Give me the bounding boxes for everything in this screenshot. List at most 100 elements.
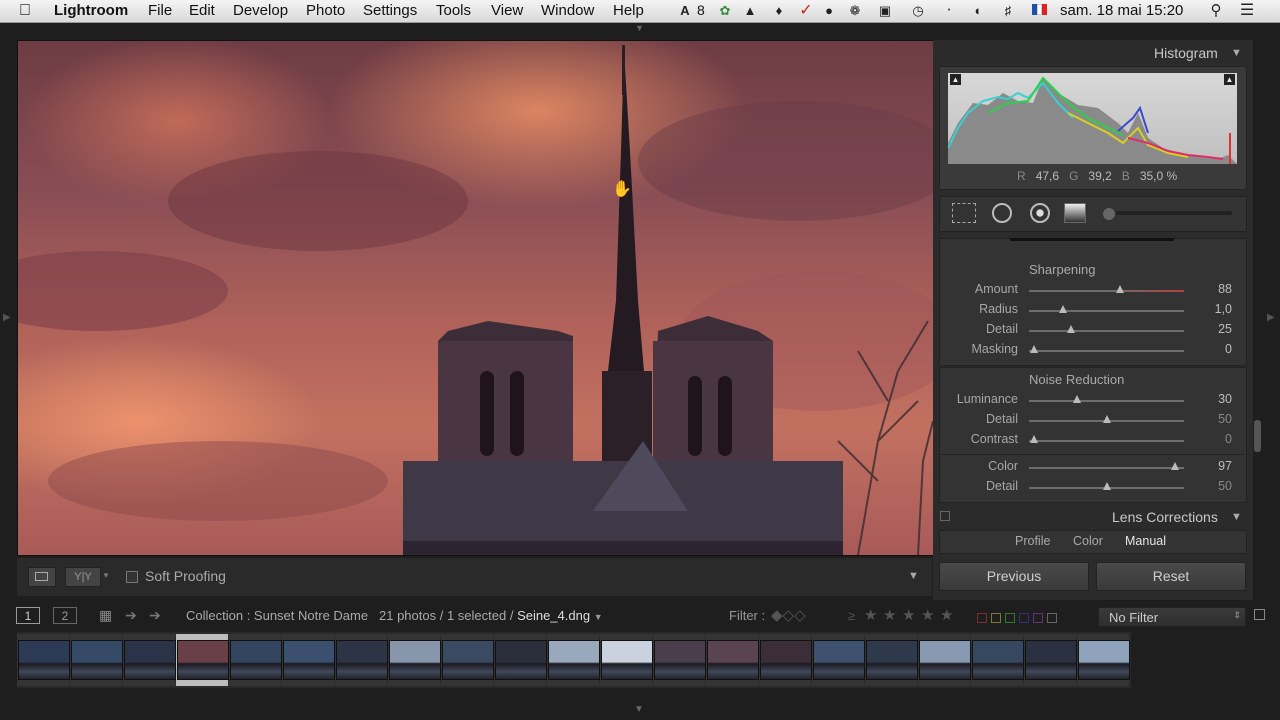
before-after-dropdown-icon[interactable]: ▼ xyxy=(102,571,110,580)
amount-slider-thumb[interactable] xyxy=(1116,285,1125,293)
flame-icon[interactable]: ♦ xyxy=(770,3,788,19)
top-panel-toggle-icon[interactable]: ▼ xyxy=(635,24,645,33)
luminance-slider-track[interactable] xyxy=(1029,400,1184,402)
reset-button[interactable]: Reset xyxy=(1096,562,1246,591)
filmstrip-thumbnail[interactable] xyxy=(283,640,335,680)
color-slider-thumb[interactable] xyxy=(1170,462,1179,470)
filmstrip-thumbnail[interactable] xyxy=(707,640,759,680)
masking-value[interactable]: 0 xyxy=(1192,342,1232,356)
paw-icon[interactable]: ❁ xyxy=(846,3,864,19)
filmstrip-thumbnail[interactable] xyxy=(124,640,176,680)
color-detail-slider-thumb[interactable] xyxy=(1102,482,1111,490)
volume-icon[interactable]: ♯ xyxy=(999,3,1017,19)
menu-window[interactable]: Window xyxy=(541,2,594,19)
lens-corrections-collapse-icon[interactable]: ▼ xyxy=(1231,511,1242,523)
before-after-button[interactable]: Y|Y xyxy=(65,567,101,587)
rating-operator-icon[interactable]: ≥ xyxy=(848,608,855,623)
color-detail-value[interactable]: 50 xyxy=(1192,479,1232,493)
sharpen-detail-value[interactable]: 25 xyxy=(1192,322,1232,336)
shadow-clipping-icon[interactable]: ▲ xyxy=(950,74,961,85)
filmstrip-thumbnail[interactable] xyxy=(972,640,1024,680)
luminance-detail-slider-thumb[interactable] xyxy=(1102,415,1111,423)
previous-button[interactable]: Previous xyxy=(939,562,1089,591)
radius-value[interactable]: 1,0 xyxy=(1192,302,1232,316)
tab-color[interactable]: Color xyxy=(1073,534,1103,548)
filter-lock-icon[interactable] xyxy=(1254,609,1265,620)
menu-develop[interactable]: Develop xyxy=(233,2,288,19)
right-panel-toggle-icon[interactable]: ▶ xyxy=(1267,312,1275,323)
filmstrip-thumbnail[interactable] xyxy=(336,640,388,680)
brush-slider[interactable] xyxy=(1104,211,1232,215)
tab-manual[interactable]: Manual xyxy=(1125,534,1166,548)
filmstrip-thumbnail[interactable] xyxy=(495,640,547,680)
lens-corrections-title[interactable]: Lens Corrections xyxy=(1112,509,1218,525)
star-1-icon[interactable]: ★ xyxy=(864,606,877,624)
main-window-button[interactable]: 1 xyxy=(16,607,40,624)
display-icon[interactable]: ▣ xyxy=(876,3,894,19)
spot-removal-icon[interactable] xyxy=(992,203,1012,223)
panel-scrollbar[interactable] xyxy=(1254,420,1261,452)
filmstrip-thumbnail[interactable] xyxy=(389,640,441,680)
filmstrip-thumbnail[interactable] xyxy=(760,640,812,680)
luminance-value[interactable]: 30 xyxy=(1192,392,1232,406)
secondary-window-button[interactable]: 2 xyxy=(53,607,77,624)
photo-preview[interactable]: ✋ xyxy=(17,40,934,556)
forward-arrow-icon[interactable]: ➔ xyxy=(149,607,161,624)
bottom-panel-toggle-icon[interactable]: ▼ xyxy=(634,704,644,715)
contrast-value[interactable]: 0 xyxy=(1192,432,1232,446)
toolbar-menu-icon[interactable]: ▼ xyxy=(908,570,919,582)
flag-filter-icon[interactable]: ◆◇◇ xyxy=(771,606,806,624)
drive-icon[interactable]: ▲ xyxy=(741,3,759,19)
filmstrip-thumbnail[interactable] xyxy=(442,640,494,680)
flag-icon[interactable] xyxy=(1030,3,1048,19)
radius-slider-track[interactable] xyxy=(1029,310,1184,312)
filmstrip-thumbnail[interactable] xyxy=(71,640,123,680)
menu-settings[interactable]: Settings xyxy=(363,2,417,19)
tab-profile[interactable]: Profile xyxy=(1015,534,1050,548)
contrast-slider-track[interactable] xyxy=(1029,440,1184,442)
masking-slider-thumb[interactable] xyxy=(1029,345,1038,353)
red-eye-icon[interactable] xyxy=(1030,203,1050,223)
adobe-icon[interactable]: A xyxy=(676,3,694,19)
menu-app-name[interactable]: Lightroom xyxy=(54,2,128,19)
highlight-clipping-icon[interactable]: ▲ xyxy=(1224,74,1235,85)
filmstrip-thumbnail[interactable] xyxy=(601,640,653,680)
current-filename[interactable]: Seine_4.dng xyxy=(517,608,590,623)
time-machine-icon[interactable]: ◷ xyxy=(909,3,927,19)
spotlight-search-icon[interactable]: ⚲ xyxy=(1207,3,1225,19)
luminance-slider-thumb[interactable] xyxy=(1073,395,1082,403)
soft-proofing-checkbox[interactable] xyxy=(126,571,138,583)
filter-dropdown[interactable]: No Filter ⇕ xyxy=(1098,607,1246,627)
sync-icon[interactable]: ✿ xyxy=(716,3,734,19)
checkmark-icon[interactable]: ✓ xyxy=(797,3,815,19)
filmstrip-thumbnail[interactable] xyxy=(866,640,918,680)
sharpen-detail-slider-thumb[interactable] xyxy=(1066,325,1075,333)
star-3-icon[interactable]: ★ xyxy=(902,606,915,624)
lens-corrections-toggle[interactable] xyxy=(940,511,950,521)
star-4-icon[interactable]: ★ xyxy=(921,606,934,624)
filmstrip-thumbnail[interactable] xyxy=(1078,640,1130,680)
luminance-detail-value[interactable]: 50 xyxy=(1192,412,1232,426)
filmstrip-thumbnail[interactable] xyxy=(18,640,70,680)
menu-photo[interactable]: Photo xyxy=(306,2,345,19)
filmstrip-thumbnail[interactable] xyxy=(654,640,706,680)
back-arrow-icon[interactable]: ➔ xyxy=(125,607,137,624)
notification-center-icon[interactable]: ☰ xyxy=(1238,3,1256,19)
menu-edit[interactable]: Edit xyxy=(189,2,215,19)
filmstrip-thumbnail[interactable] xyxy=(813,640,865,680)
color-value[interactable]: 97 xyxy=(1192,459,1232,473)
color-label-filters[interactable] xyxy=(977,610,1069,623)
clock[interactable]: sam. 18 mai 15:20 xyxy=(1060,2,1183,19)
filename-dropdown-icon[interactable]: ▼ xyxy=(594,612,603,622)
menu-view[interactable]: View xyxy=(491,2,523,19)
star-5-icon[interactable]: ★ xyxy=(940,606,953,624)
left-panel-toggle-icon[interactable]: ▶ xyxy=(3,312,11,323)
filmstrip-thumbnail[interactable] xyxy=(1025,640,1077,680)
graduated-filter-icon[interactable] xyxy=(1064,203,1086,223)
bluetooth-icon[interactable]: ᛫ xyxy=(940,3,958,19)
grid-view-icon[interactable]: ▦ xyxy=(99,607,115,623)
filmstrip-thumbnail[interactable] xyxy=(177,640,229,680)
amount-value[interactable]: 88 xyxy=(1192,282,1232,296)
loupe-view-button[interactable] xyxy=(28,567,56,587)
sharpen-detail-slider-track[interactable] xyxy=(1029,330,1184,332)
